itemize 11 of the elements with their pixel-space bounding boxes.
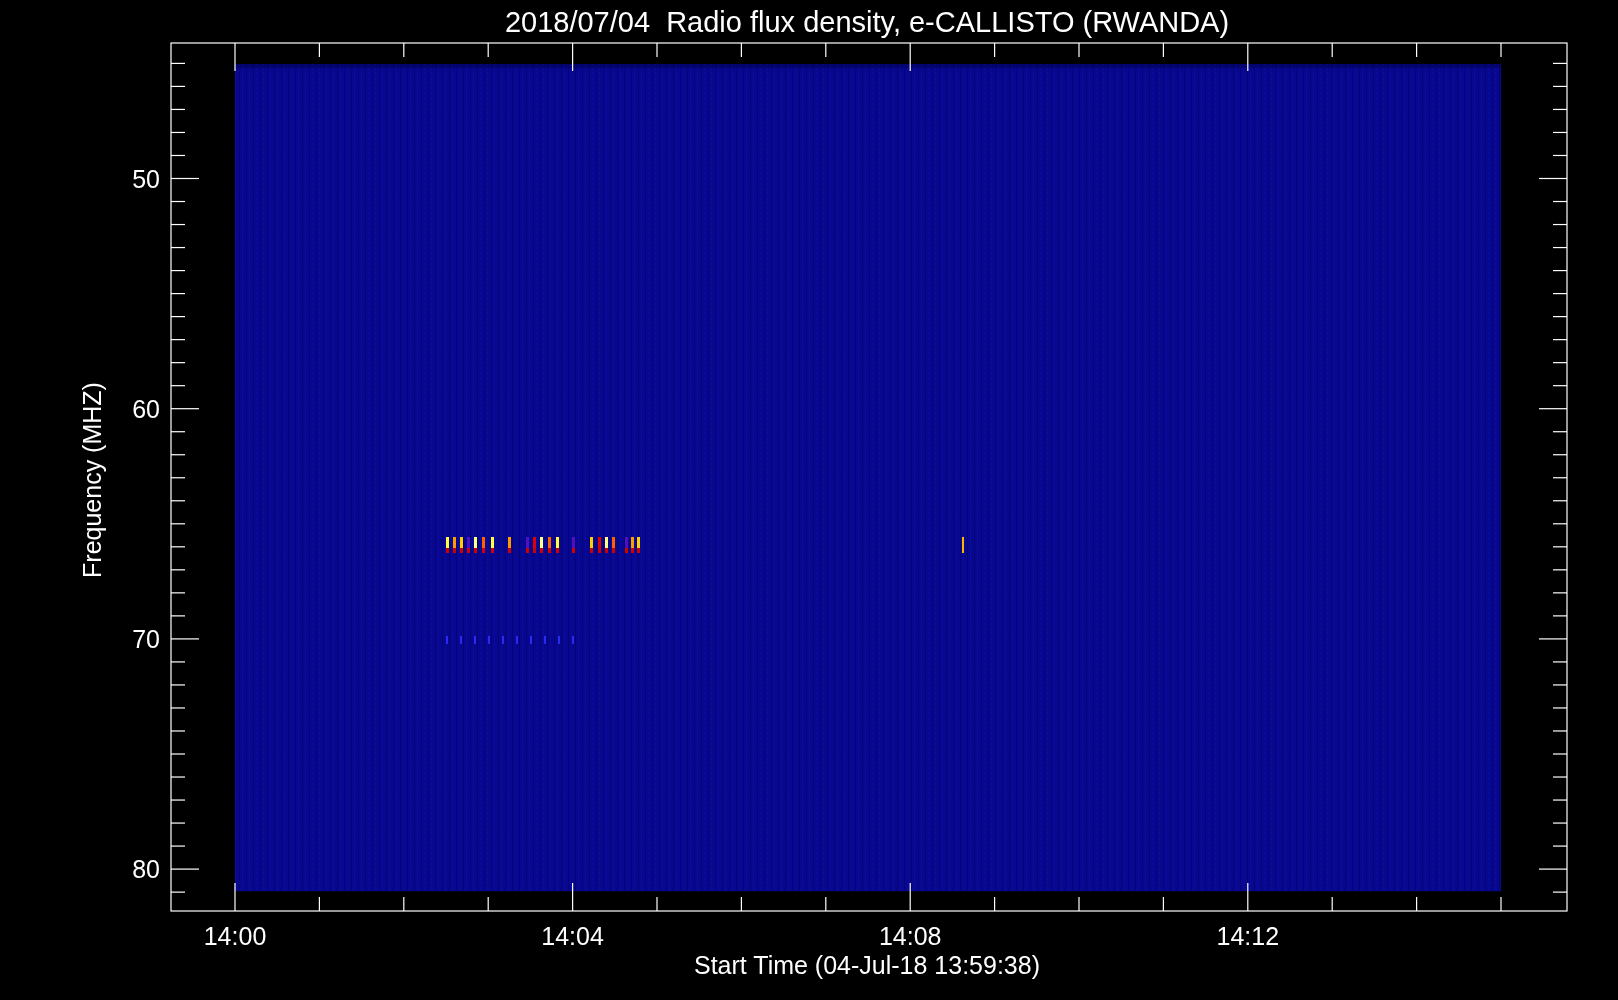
- y-tick-label: 60: [132, 394, 160, 423]
- x-axis-label: Start Time (04-Jul-18 13:59:38): [694, 951, 1040, 979]
- y-tick-label: 80: [132, 855, 160, 884]
- chart-title: 2018/07/04 Radio flux density, e-CALLISTO (RWANDA): [504, 6, 1230, 38]
- y-tick-label: 70: [132, 624, 160, 653]
- x-tick-label: 14:12: [1216, 922, 1280, 950]
- x-tick-label: 14:08: [878, 922, 942, 950]
- x-tick-label: 14:00: [203, 922, 267, 950]
- y-tick-label: 50: [132, 164, 160, 193]
- x-tick-label: 14:04: [541, 922, 604, 950]
- y-axis-label: Frequency (MHZ): [78, 382, 106, 578]
